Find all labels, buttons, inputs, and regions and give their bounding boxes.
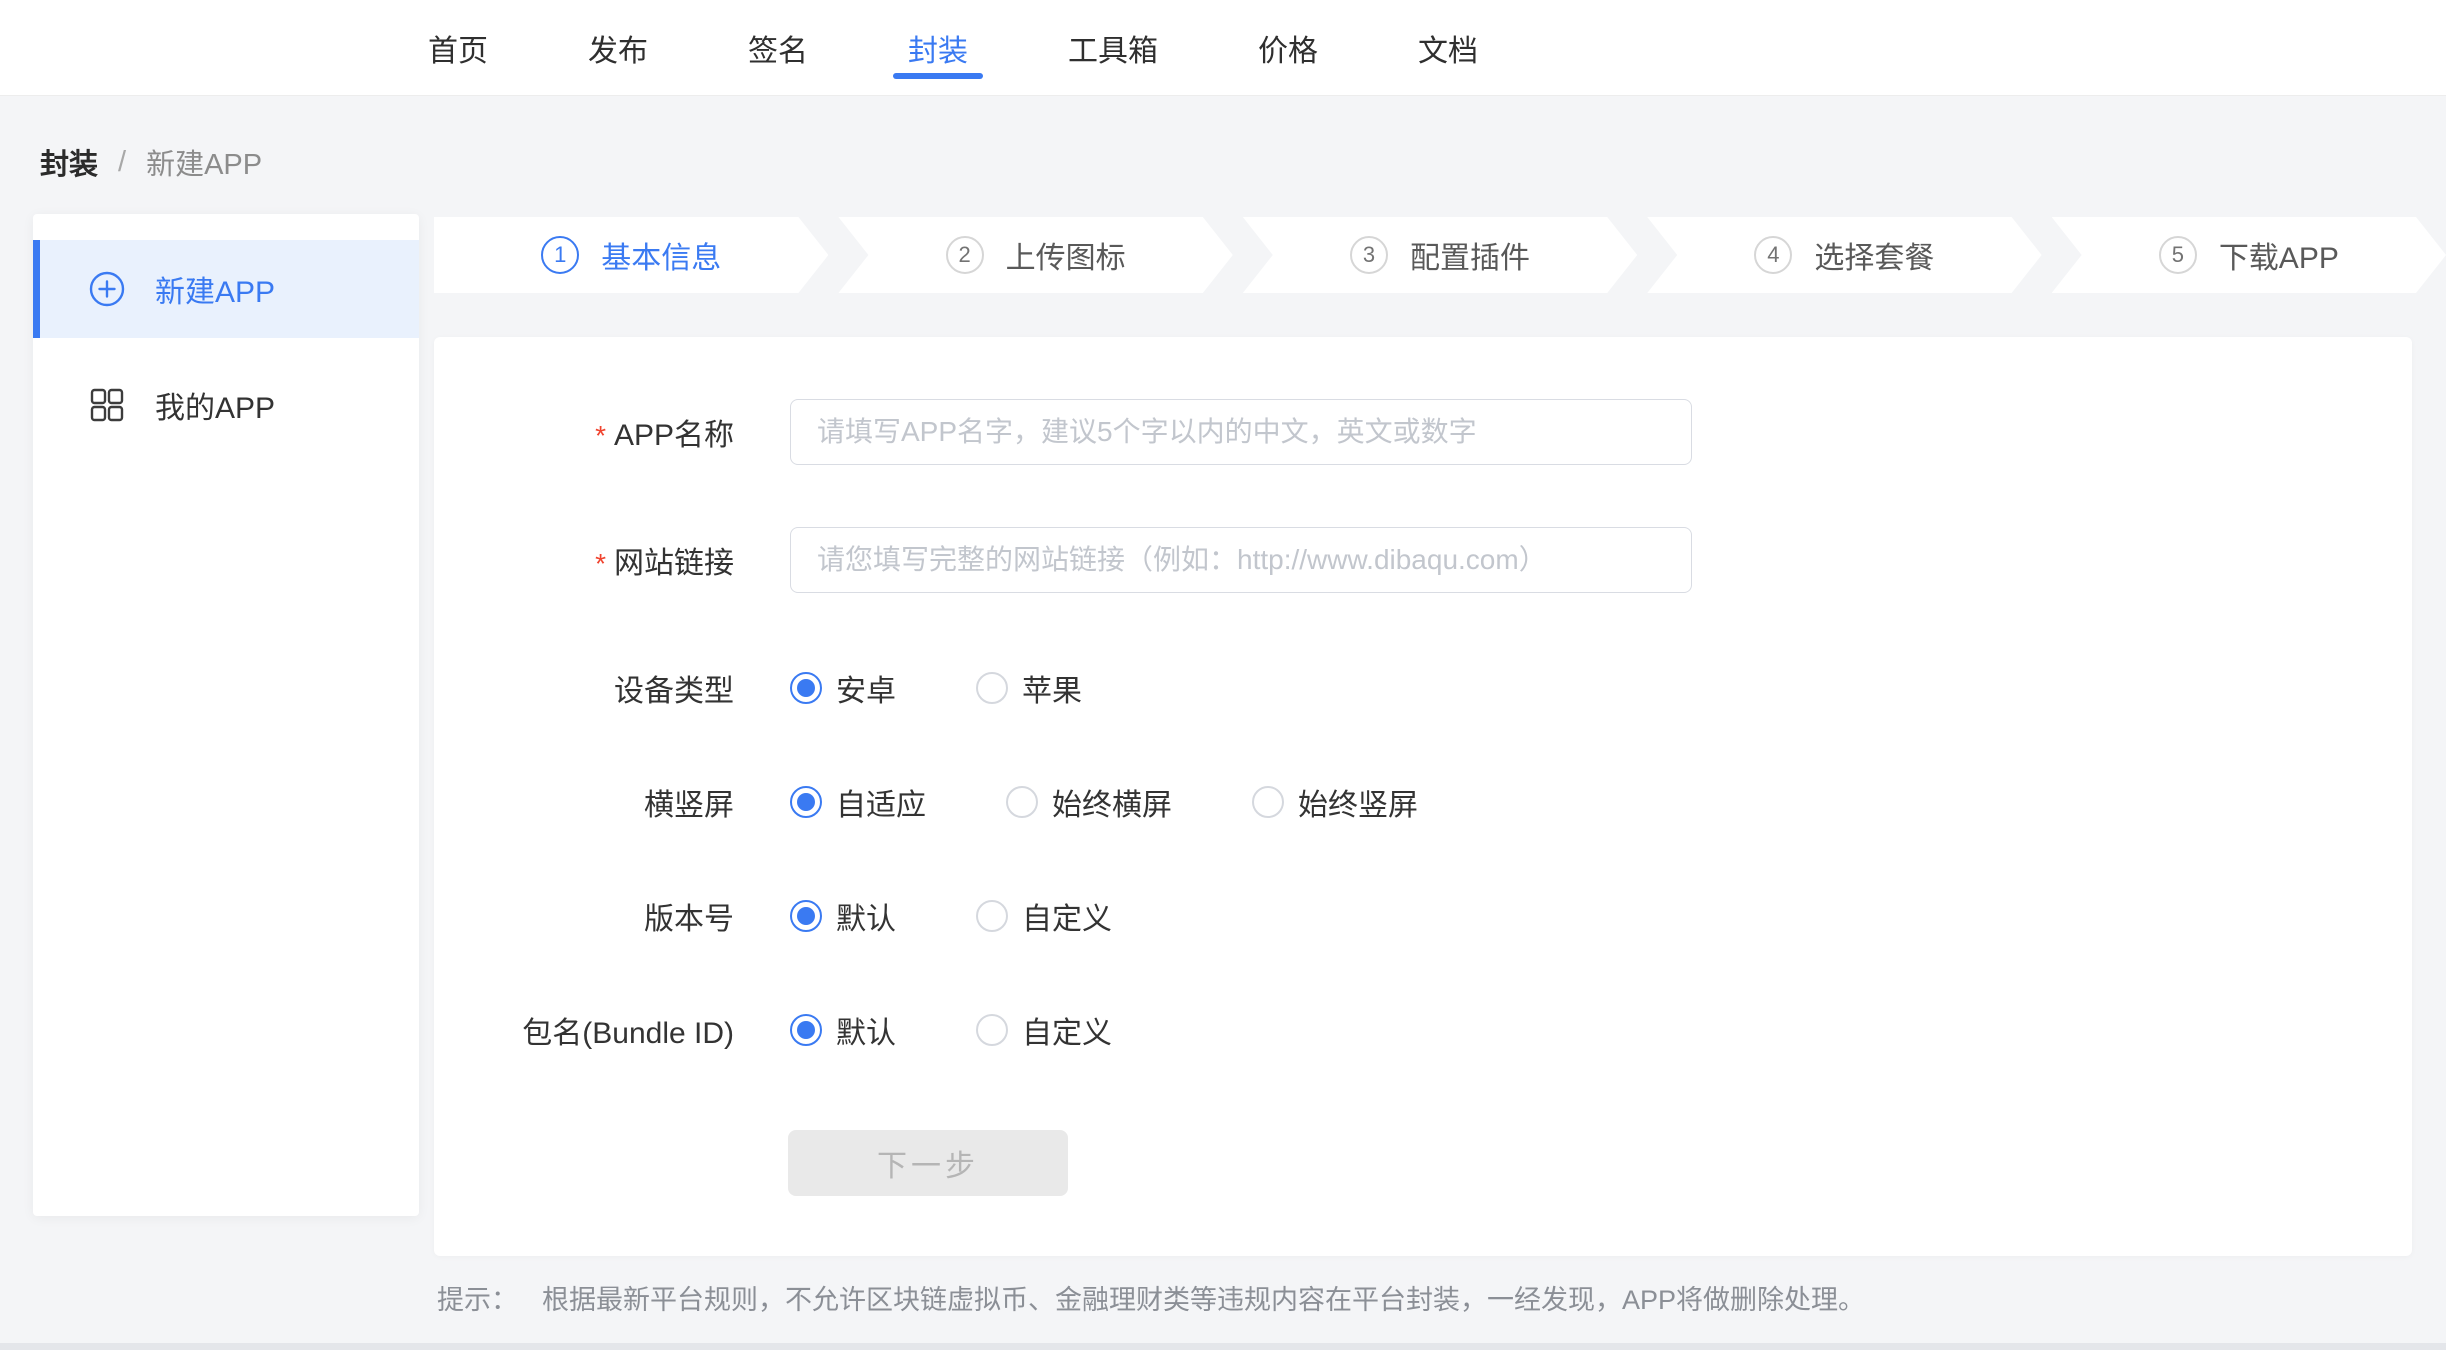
grid-icon (89, 387, 125, 423)
breadcrumb-current: 新建APP (146, 141, 262, 183)
top-nav: 首页 发布 签名 封装 工具箱 价格 文档 (0, 0, 2446, 96)
sidebar-item-my-app[interactable]: 我的APP (33, 356, 419, 454)
radio-ios[interactable]: 苹果 (976, 666, 1082, 710)
sidebar-item-label: 我的APP (155, 383, 275, 427)
nav-tab-package[interactable]: 封装 (908, 0, 968, 95)
step-5-download-app[interactable]: 5 下载APP (2052, 217, 2446, 293)
device-type-radio-group: 安卓 苹果 (790, 666, 1162, 710)
radio-portrait[interactable]: 始终竖屏 (1252, 780, 1418, 824)
tip-prefix: 提示： (437, 1278, 518, 1317)
radio-icon (1006, 786, 1038, 818)
field-label: 版本号 (434, 894, 734, 938)
breadcrumb-section[interactable]: 封装 (40, 141, 98, 183)
sidebar-item-new-app[interactable]: 新建APP (33, 240, 419, 338)
version-radio-group: 默认 自定义 (790, 894, 1192, 938)
nav-tab-publish[interactable]: 发布 (588, 0, 648, 95)
platform-rule-tip: 提示： 根据最新平台规则，不允许区块链虚拟币、金融理财类等违规内容在平台封装，一… (437, 1278, 1865, 1317)
field-label: *APP名称 (434, 410, 734, 454)
radio-icon (976, 672, 1008, 704)
form-row-version: 版本号 默认 自定义 (434, 883, 2412, 949)
step-number-badge: 5 (2159, 236, 2197, 274)
next-step-button[interactable]: 下一步 (788, 1130, 1068, 1196)
radio-bundle-custom[interactable]: 自定义 (976, 1008, 1112, 1052)
step-4-choose-plan[interactable]: 4 选择套餐 (1647, 217, 2041, 293)
radio-icon (790, 672, 822, 704)
step-number-badge: 2 (946, 236, 984, 274)
tip-text: 根据最新平台规则，不允许区块链虚拟币、金融理财类等违规内容在平台封装，一经发现，… (542, 1278, 1865, 1317)
breadcrumb: 封装 / 新建APP (40, 142, 262, 182)
footer-edge-strip (0, 1343, 2446, 1350)
radio-auto-orientation[interactable]: 自适应 (790, 780, 926, 824)
bundle-id-radio-group: 默认 自定义 (790, 1008, 1192, 1052)
field-label: 包名(Bundle ID) (434, 1008, 734, 1052)
radio-version-custom[interactable]: 自定义 (976, 894, 1112, 938)
step-label: 选择套餐 (1814, 233, 1934, 277)
radio-icon (790, 900, 822, 932)
sidebar-item-label: 新建APP (155, 267, 275, 311)
nav-tab-pricing[interactable]: 价格 (1258, 0, 1318, 95)
radio-landscape[interactable]: 始终横屏 (1006, 780, 1172, 824)
step-number-badge: 4 (1754, 236, 1792, 274)
step-label: 上传图标 (1006, 233, 1126, 277)
field-label: 横竖屏 (434, 780, 734, 824)
step-2-upload-icon[interactable]: 2 上传图标 (838, 217, 1232, 293)
basic-info-form-card: *APP名称 *网站链接 设备类型 安卓 苹果 横竖屏 自适应 (434, 337, 2412, 1256)
radio-icon (976, 900, 1008, 932)
form-row-device-type: 设备类型 安卓 苹果 (434, 655, 2412, 721)
radio-bundle-default[interactable]: 默认 (790, 1008, 896, 1052)
required-asterisk: * (595, 420, 606, 451)
radio-icon (790, 786, 822, 818)
site-url-input[interactable] (790, 527, 1692, 593)
nav-tab-sign[interactable]: 签名 (748, 0, 808, 95)
step-number-badge: 3 (1350, 236, 1388, 274)
sidebar: 新建APP 我的APP (33, 214, 419, 1216)
radio-version-default[interactable]: 默认 (790, 894, 896, 938)
app-name-input[interactable] (790, 399, 1692, 465)
breadcrumb-separator: / (118, 146, 126, 179)
radio-icon (976, 1014, 1008, 1046)
radio-icon (1252, 786, 1284, 818)
form-row-site-url: *网站链接 (434, 527, 2412, 593)
nav-tab-toolbox[interactable]: 工具箱 (1068, 0, 1158, 95)
nav-tab-docs[interactable]: 文档 (1418, 0, 1478, 95)
step-label: 基本信息 (601, 233, 721, 277)
step-3-config-plugin[interactable]: 3 配置插件 (1243, 217, 1637, 293)
step-number-badge: 1 (541, 236, 579, 274)
radio-android[interactable]: 安卓 (790, 666, 896, 710)
form-row-app-name: *APP名称 (434, 399, 2412, 465)
plus-circle-icon (89, 271, 125, 307)
step-label: 配置插件 (1410, 233, 1530, 277)
radio-icon (790, 1014, 822, 1046)
step-wizard: 1 基本信息 2 上传图标 3 配置插件 4 选择套餐 5 下载APP (434, 217, 2446, 293)
required-asterisk: * (595, 548, 606, 579)
form-row-bundle-id: 包名(Bundle ID) 默认 自定义 (434, 997, 2412, 1063)
nav-tab-home[interactable]: 首页 (428, 0, 488, 95)
form-row-orientation: 横竖屏 自适应 始终横屏 始终竖屏 (434, 769, 2412, 835)
orientation-radio-group: 自适应 始终横屏 始终竖屏 (790, 780, 1498, 824)
field-label: 设备类型 (434, 666, 734, 710)
step-1-basic-info[interactable]: 1 基本信息 (434, 217, 828, 293)
field-label: *网站链接 (434, 538, 734, 582)
step-label: 下载APP (2219, 233, 2339, 277)
